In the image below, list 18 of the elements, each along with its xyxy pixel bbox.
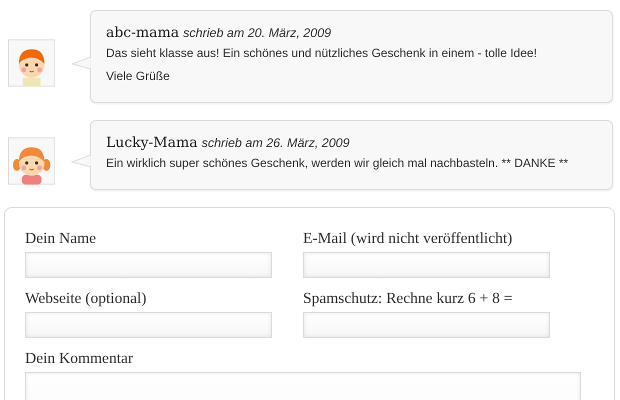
comment-date: schrieb am 20. März, 2009: [183, 26, 332, 40]
input-field[interactable]: [303, 312, 550, 338]
comment-text: Das sieht klasse aus! Ein schönes und nützliches Geschenk in einem - tolle Idee!: [106, 46, 538, 60]
avatar-icon: [8, 38, 56, 86]
field-label: Spamschutz: Rechne kurz 6 + 8 =: [303, 290, 512, 308]
field-label: Dein Kommentar: [25, 350, 134, 368]
comment-date: schrieb am 26. März, 2009: [202, 136, 350, 150]
avatar-icon: [8, 137, 56, 185]
field-label: Dein Name: [25, 230, 96, 248]
comment-text: Viele Grüße: [106, 69, 171, 83]
input-field[interactable]: [303, 252, 550, 278]
input-field[interactable]: [25, 312, 272, 338]
field-label: E-Mail (wird nicht veröffentlicht): [303, 230, 512, 248]
field-label: Webseite (optional): [25, 290, 146, 308]
input-field[interactable]: [25, 252, 272, 278]
comment-author: abc-mama: [106, 25, 180, 41]
comment-author: Lucky-Mama: [106, 135, 198, 151]
comment-text: Ein wirklich super schönes Geschenk, werden wir gleich mal nachbasteln. ** DANKE **: [106, 156, 570, 170]
